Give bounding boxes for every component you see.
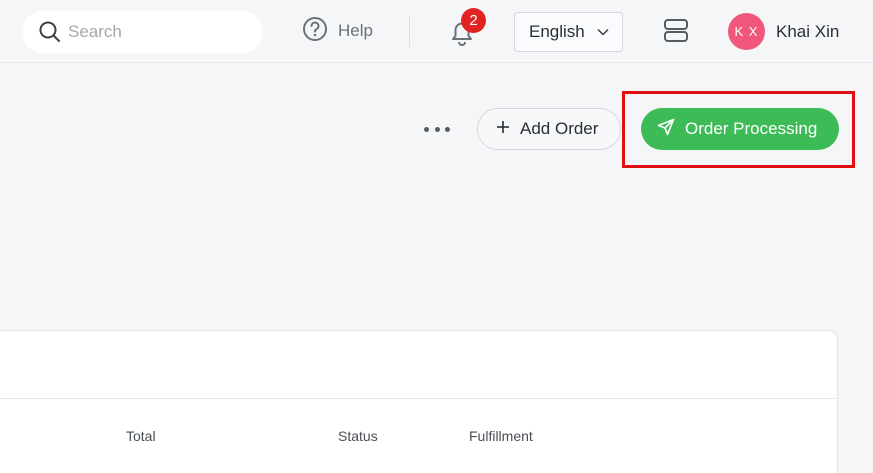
search-input[interactable]: Search xyxy=(22,11,263,53)
column-header-total[interactable]: Total xyxy=(126,428,156,444)
language-label: English xyxy=(529,22,585,41)
table-divider xyxy=(0,398,838,399)
column-header-status[interactable]: Status xyxy=(338,428,378,444)
orders-table-card xyxy=(0,330,838,473)
chevron-down-icon xyxy=(597,23,609,41)
divider xyxy=(409,16,410,47)
add-order-label: Add Order xyxy=(520,119,599,138)
more-horizontal-icon xyxy=(424,126,429,132)
send-icon xyxy=(657,118,675,141)
help-link[interactable]: Help xyxy=(302,16,373,46)
add-order-button[interactable]: Add Order xyxy=(477,108,621,150)
help-label: Help xyxy=(338,21,373,40)
column-header-fulfillment[interactable]: Fulfillment xyxy=(469,428,533,444)
page: Search Help 2 English K X Khai Xin Add O… xyxy=(0,0,873,473)
server-icon[interactable] xyxy=(662,18,690,44)
bell-icon xyxy=(448,22,476,51)
order-processing-button[interactable]: Order Processing xyxy=(641,108,839,150)
notification-badge: 2 xyxy=(461,8,486,33)
avatar: K X xyxy=(728,13,765,50)
search-icon xyxy=(38,20,62,44)
question-circle-icon xyxy=(302,16,328,47)
top-bar: Search Help 2 English K X Khai Xin xyxy=(0,0,873,63)
order-processing-label: Order Processing xyxy=(685,119,818,138)
user-name: Khai Xin xyxy=(776,21,840,41)
user-menu[interactable]: K X Khai Xin xyxy=(728,13,839,50)
search-placeholder: Search xyxy=(68,22,122,41)
more-options-button[interactable] xyxy=(424,118,450,140)
language-select[interactable]: English xyxy=(514,12,623,52)
plus-icon xyxy=(496,120,510,139)
